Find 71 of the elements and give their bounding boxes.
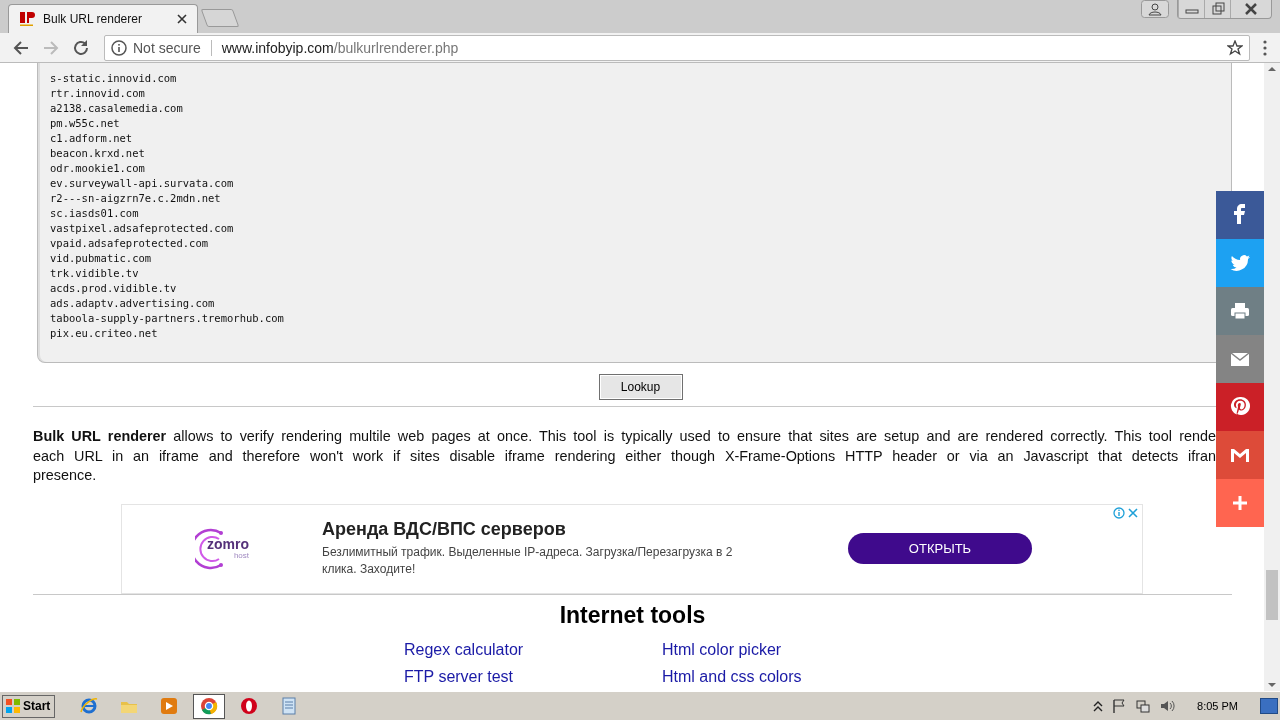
ie-icon: [79, 696, 100, 716]
ad-banner[interactable]: zomro host Аренда ВДС/ВПС серверов Безлимитный трафик. Выделенные IP-адреса. Загрузка/Перезагрузка в 2 клика. Заходите! ОТКРЫТЬ: [121, 503, 1143, 594]
url-line: c1.adform.net: [50, 131, 134, 146]
ad-text: Безлимитный трафик. Выделенные IP-адреса. Загрузка/Перезагрузка в 2 клика. Заходите!: [322, 544, 734, 578]
url-line: beacon.krxd.net: [50, 146, 146, 161]
description-line: presence.: [33, 466, 98, 485]
url-text: www.infobyip.com/bulkurlrenderer.php: [221, 39, 459, 56]
url-line: taboola-supply-partners.tremorhub.com: [50, 311, 285, 326]
url-line: acds.prod.vidible.tv: [50, 281, 178, 296]
share-button[interactable]: [1216, 335, 1264, 383]
url-line: rtr.innovid.com: [50, 86, 146, 101]
ad-title: Аренда ВДС/ВПС серверов: [322, 519, 567, 540]
bookmark-star-icon[interactable]: [1227, 39, 1243, 56]
speaker-icon[interactable]: [1159, 698, 1176, 714]
url-line: vastpixel.adsafeprotected.com: [50, 221, 235, 236]
description-line: Bulk URL renderer allows to verify rendering multile web pages at once. This tool is typically used to ensure that sites are setup and are rendered correctly. This tool rende: [33, 427, 1216, 446]
share-button[interactable]: [1216, 479, 1264, 527]
scroll-thumb[interactable]: [1266, 570, 1278, 620]
tool-link[interactable]: Regex calculator: [404, 640, 662, 659]
bird-icon: [1229, 252, 1251, 274]
address-bar[interactable]: Not secure www.infobyip.com/bulkurlrenderer.php: [104, 34, 1250, 61]
scrollbar[interactable]: [1264, 63, 1280, 691]
ad-logo-subtext: host: [233, 551, 249, 560]
lookup-button[interactable]: Lookup: [598, 374, 683, 400]
network-icon[interactable]: [1135, 698, 1152, 714]
media-player-icon: [159, 696, 180, 716]
taskbar-button[interactable]: [193, 693, 226, 719]
pinterest-icon: [1229, 396, 1251, 418]
url-line: odr.mookie1.com: [50, 161, 146, 176]
url-line: pix.eu.criteo.net: [50, 326, 159, 341]
url-list-field[interactable]: [37, 63, 1232, 363]
url-line: sc.iasds01.com: [50, 206, 140, 221]
url-line: trk.vidible.tv: [50, 266, 140, 281]
tab-title: Bulk URL renderer: [43, 12, 143, 26]
reload-icon[interactable]: [72, 38, 90, 57]
browser-tab[interactable]: Bulk URL renderer: [8, 4, 198, 33]
user-icon[interactable]: [1141, 0, 1169, 18]
security-label: Not secure: [133, 39, 201, 56]
url-line: pm.w55c.net: [50, 116, 121, 131]
menu-icon[interactable]: [1262, 38, 1268, 57]
site-logo-icon: [19, 11, 35, 27]
share-button[interactable]: [1216, 191, 1264, 239]
url-line: ads.adaptv.advertising.com: [50, 296, 216, 311]
url-line: vpaid.adsafeprotected.com: [50, 236, 210, 251]
section-heading: Internet tools: [558, 602, 707, 627]
info-icon[interactable]: [111, 39, 127, 56]
url-line: ev.surveywall-api.survata.com: [50, 176, 235, 191]
start-button[interactable]: Start: [2, 694, 56, 718]
tool-link[interactable]: FTP server test: [404, 667, 662, 686]
chrome-icon: [199, 696, 220, 716]
printer-icon: [1229, 300, 1251, 322]
flag-icon[interactable]: [1111, 698, 1128, 714]
ad-logo-text: zomro: [207, 537, 249, 551]
ad-open-button[interactable]: ОТКРЫТЬ: [848, 533, 1032, 564]
description-line: each URL in an iframe and therefore won't work if sites disable iframe rendering either though X-Frame-Options HTTP header or via an Javascript that detects ifran: [33, 446, 1216, 466]
show-hidden-icon[interactable]: [1093, 700, 1104, 712]
url-line: r2---sn-aigzrn7e.c.2mdn.net: [50, 191, 222, 206]
back-icon[interactable]: [12, 38, 30, 57]
opera-icon: [239, 696, 260, 716]
clock[interactable]: 8:05 PM: [1197, 700, 1238, 712]
share-button[interactable]: [1216, 383, 1264, 431]
tool-link[interactable]: Html color picker: [662, 640, 862, 659]
url-line: s-static.innovid.com: [50, 71, 178, 86]
close-icon[interactable]: [177, 14, 187, 24]
share-button[interactable]: [1216, 287, 1264, 335]
share-button[interactable]: [1216, 431, 1264, 479]
share-button[interactable]: [1216, 239, 1264, 287]
url-line: a2138.casalemedia.com: [50, 101, 184, 116]
tool-link[interactable]: Html and css colors: [662, 667, 862, 686]
windows-logo-icon: [5, 698, 21, 714]
url-line: vid.pubmatic.com: [50, 251, 153, 266]
